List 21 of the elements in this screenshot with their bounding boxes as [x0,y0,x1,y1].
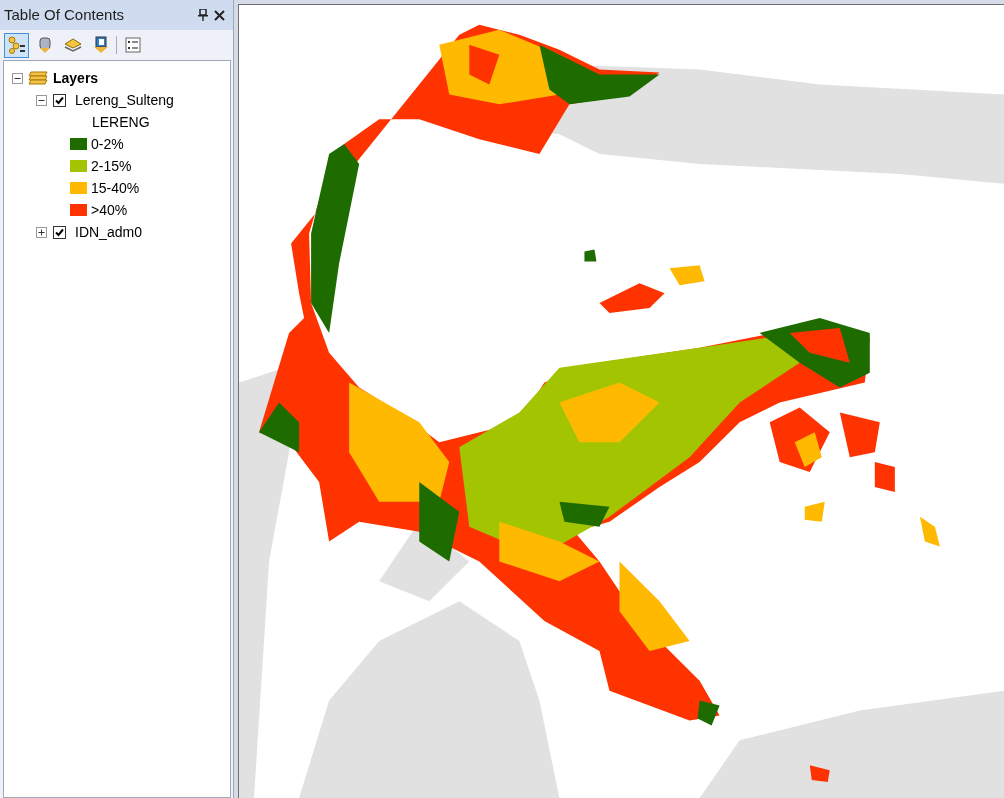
layers-icon [28,70,48,86]
layer-list-icon [7,36,26,54]
pin-icon[interactable] [198,9,208,21]
collapse-icon[interactable] [12,72,23,84]
collapse-icon[interactable] [36,94,47,106]
layer-name[interactable]: IDN_adm0 [75,221,142,243]
legend-heading: LERENG [92,112,150,132]
layers-icon [63,36,82,54]
legend-label: 2-15% [91,156,132,176]
list-options-icon [123,36,142,54]
legend-label: >40% [91,200,128,220]
toolbar-button[interactable] [4,32,29,58]
checkbox[interactable] [53,93,66,107]
legend-label: 0-2% [91,134,124,154]
layer-name[interactable]: Lereng_Sulteng [75,89,174,111]
close-icon[interactable] [214,9,225,21]
panel-title: Table Of Contents [4,4,125,25]
checkbox[interactable] [53,225,66,239]
expand-icon[interactable] [36,226,47,238]
legend-label: 15-40% [91,178,140,198]
data-frame-label[interactable]: Layers [53,67,99,89]
